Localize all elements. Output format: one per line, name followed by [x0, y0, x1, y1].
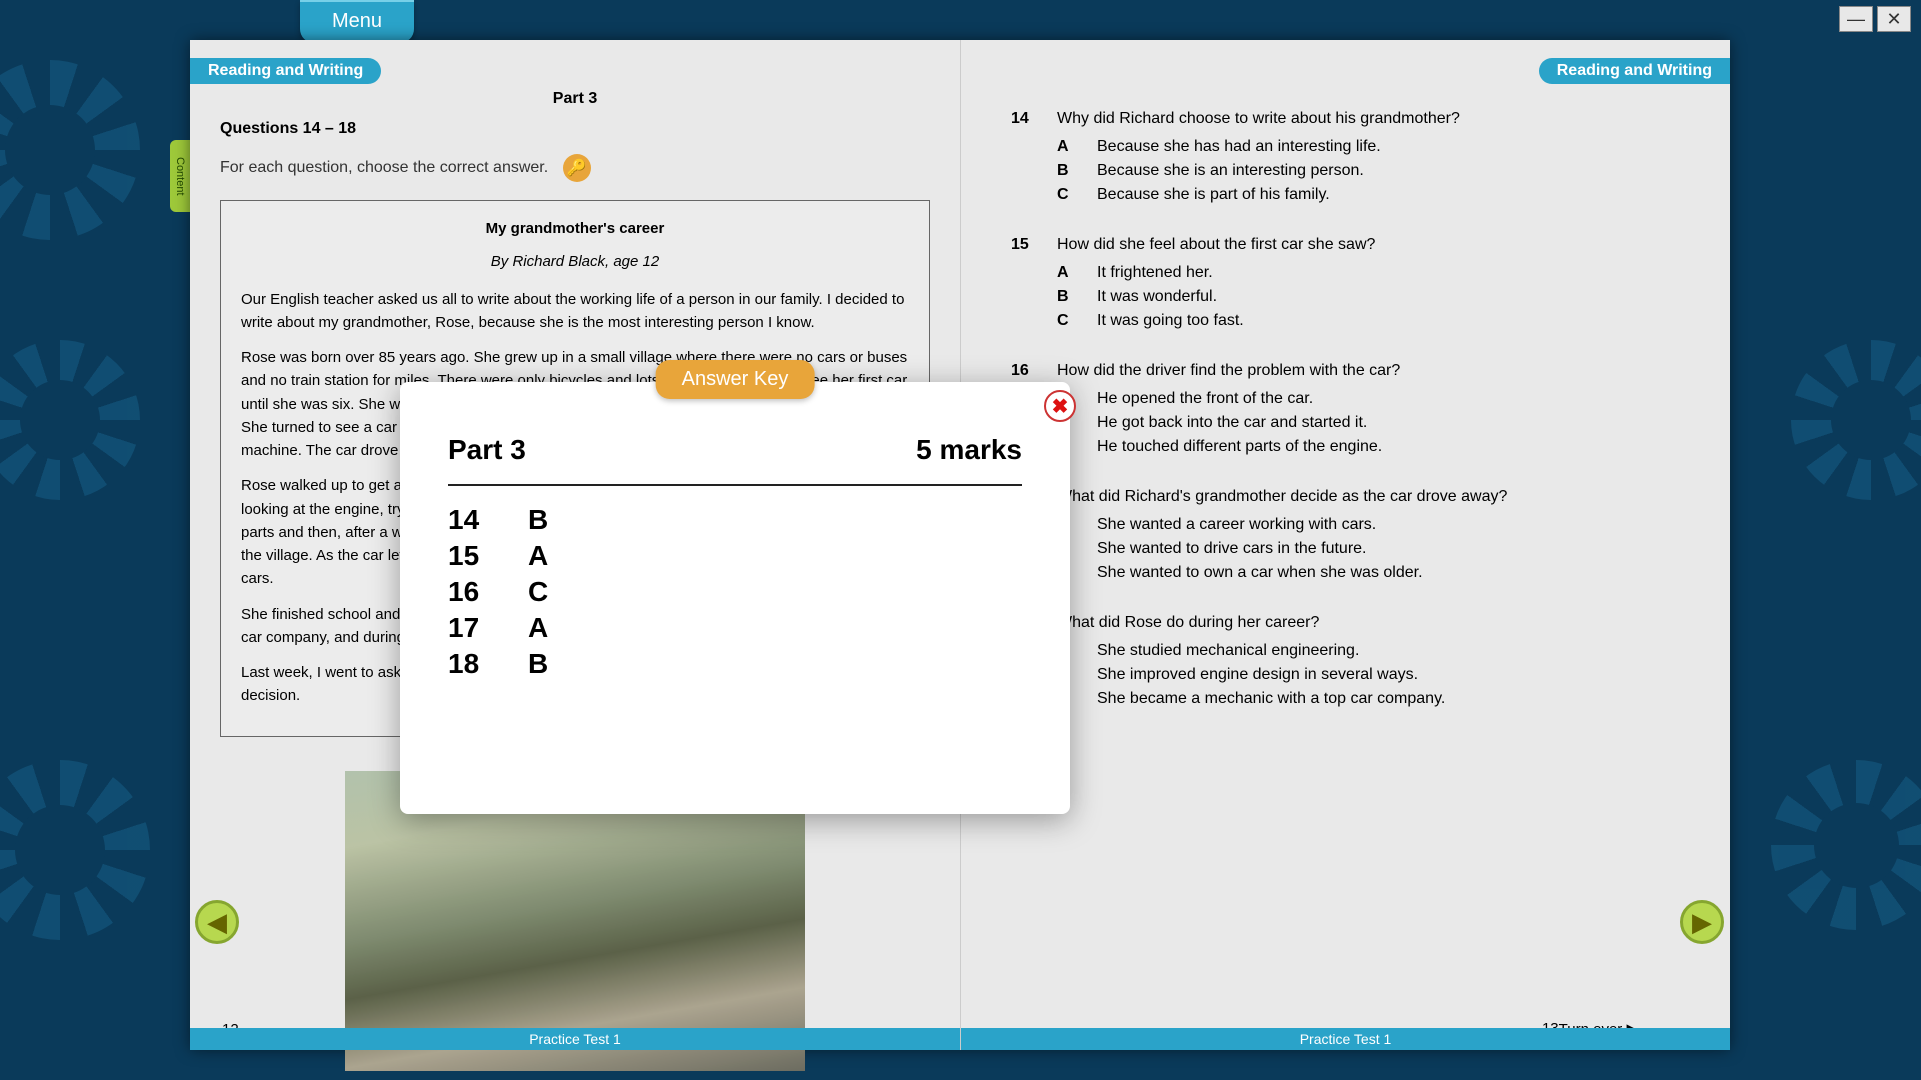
answer-letter: B [528, 648, 548, 680]
answer-row: 14B [448, 504, 1022, 536]
answer-letter: C [528, 576, 548, 608]
answer-row: 15A [448, 540, 1022, 572]
popup-close-button[interactable]: ✖ [1044, 390, 1076, 422]
modal-overlay: Answer Key ✖ Part 3 5 marks 14B15A16C17A… [0, 0, 1921, 1080]
answer-number: 18 [448, 648, 528, 680]
answer-number: 14 [448, 504, 528, 536]
popup-marks-label: 5 marks [916, 434, 1022, 466]
popup-title-tab: Answer Key [656, 360, 815, 399]
popup-part-label: Part 3 [448, 434, 526, 466]
answer-row: 17A [448, 612, 1022, 644]
answer-row: 16C [448, 576, 1022, 608]
answer-letter: A [528, 540, 548, 572]
answer-row: 18B [448, 648, 1022, 680]
answer-number: 16 [448, 576, 528, 608]
answer-key-popup: Answer Key ✖ Part 3 5 marks 14B15A16C17A… [400, 382, 1070, 814]
answer-number: 17 [448, 612, 528, 644]
answer-letter: A [528, 612, 548, 644]
answer-letter: B [528, 504, 548, 536]
answer-number: 15 [448, 540, 528, 572]
